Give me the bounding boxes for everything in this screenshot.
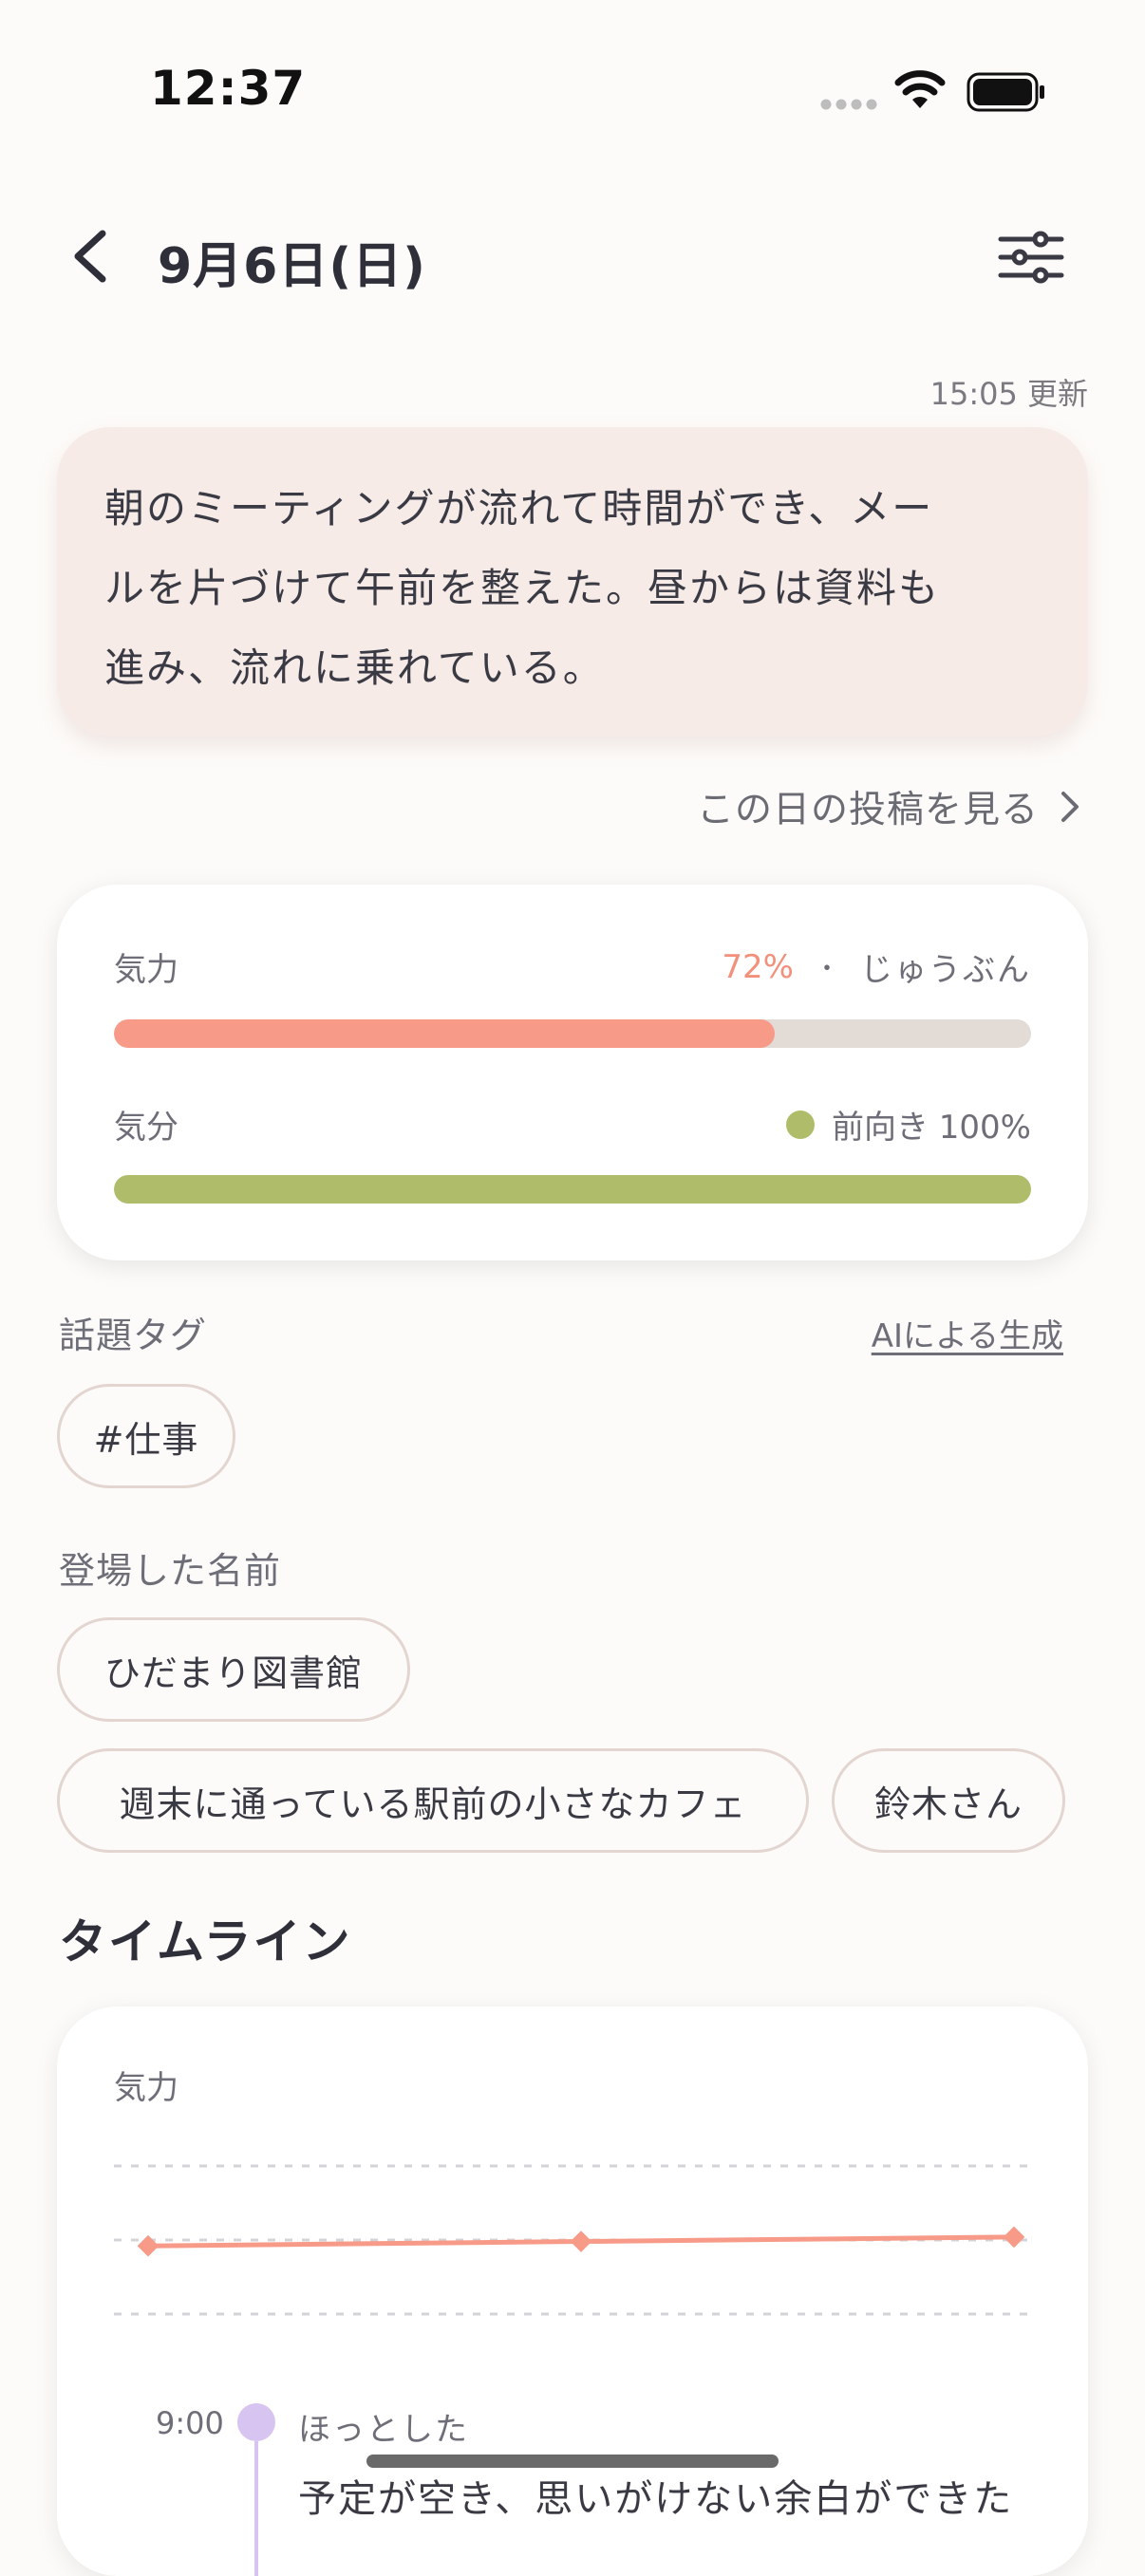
tag-chip[interactable]: #仕事 <box>57 1384 235 1488</box>
mood-label: 気分 <box>114 1109 178 1147</box>
timeline-card: 気力 9:00 ほっとした 予定が空き、思いがけない余白ができた <box>57 2007 1088 2576</box>
energy-status-text: じゅうぶん <box>860 951 1031 989</box>
energy-data-point <box>570 2231 592 2252</box>
name-chip[interactable]: 週末に通っている駅前の小さなカフェ <box>57 1748 809 1853</box>
energy-status: 72% ・ じゅうぶん <box>722 943 1031 990</box>
energy-bar <box>114 1019 1031 1048</box>
separator: ・ <box>814 955 839 983</box>
mood-bar <box>114 1175 1031 1204</box>
energy-percent: 72% <box>722 947 794 986</box>
summary-line: 進み、流れに乗れている。 <box>104 644 605 691</box>
summary-line: ルを片づけて午前を整えた。昼からは資料も <box>104 565 941 611</box>
chevron-right-icon <box>1061 792 1079 822</box>
ai-generated-link[interactable]: AIによる生成 <box>872 1310 1063 1356</box>
updated-timestamp: 15:05 更新 <box>929 376 1088 412</box>
summary-card: 朝のミーティングが流れて時間ができ、メー ルを片づけて午前を整えた。昼からは資料… <box>57 427 1088 737</box>
status-time: 12:37 <box>150 61 307 116</box>
timeline-dot-icon <box>237 2403 275 2441</box>
filter-settings-button[interactable] <box>995 228 1067 287</box>
summary-line: 朝のミーティングが流れて時間ができ、メー <box>104 485 934 532</box>
mood-status: 前向き 100% <box>785 1101 1031 1148</box>
back-button[interactable] <box>63 224 120 289</box>
timeline-entry-text: 予定が空き、思いがけない余白ができた <box>298 2477 1014 2521</box>
home-indicator <box>366 2455 779 2468</box>
timeline-connector <box>254 2441 258 2576</box>
names-label: 登場した名前 <box>59 1550 282 1592</box>
energy-label: 気力 <box>114 951 178 989</box>
timeline-title: タイムライン <box>59 1914 352 1969</box>
energy-line-chart <box>114 2164 1029 2316</box>
topic-tags-label: 話題タグ <box>59 1315 208 1356</box>
energy-bar-fill <box>114 1019 775 1048</box>
name-chip[interactable]: ひだまり図書館 <box>57 1617 410 1722</box>
timeline-entry-title: ほっとした <box>298 2411 469 2449</box>
cellular-signal-icon <box>820 99 877 110</box>
mood-dot-icon <box>785 1110 815 1139</box>
energy-data-point <box>137 2234 160 2257</box>
timeline-entry-time: 9:00 <box>156 2405 224 2441</box>
view-posts-link[interactable]: この日の投稿を見る <box>697 780 1080 833</box>
name-chip[interactable]: 鈴木さん <box>832 1748 1065 1853</box>
battery-icon <box>967 72 1044 112</box>
view-posts-label: この日の投稿を見る <box>696 789 1039 831</box>
timeline-chart-label: 気力 <box>114 2069 178 2107</box>
mood-status-text: 前向き 100% <box>831 1109 1031 1147</box>
page-title: 9月6日(日) <box>158 238 426 295</box>
mood-bar-fill <box>114 1175 1031 1204</box>
mood-summary-card: 気力 72% ・ じゅうぶん 気分 前向き 100% <box>57 885 1088 1260</box>
energy-data-point <box>1003 2226 1025 2249</box>
wifi-icon <box>894 70 946 108</box>
